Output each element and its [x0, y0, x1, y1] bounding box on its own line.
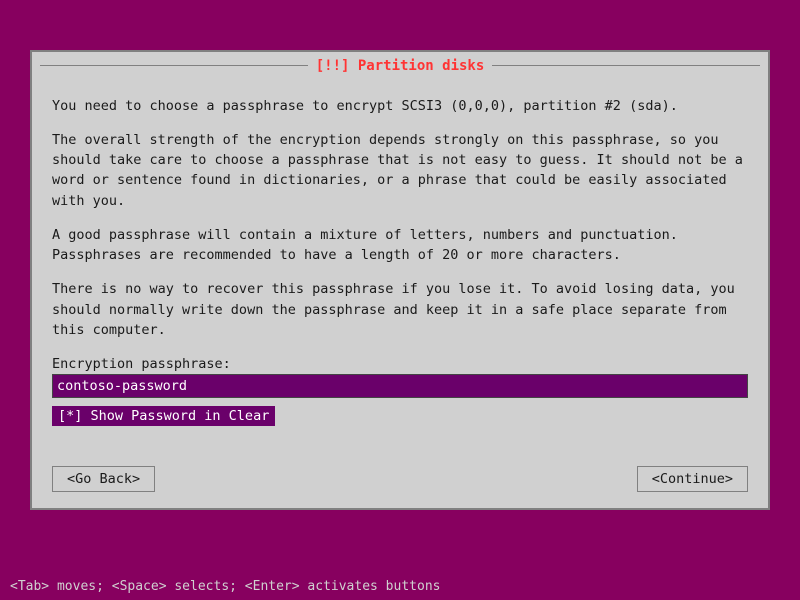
paragraph-3: A good passphrase will contain a mixture…: [52, 225, 748, 266]
dialog-title-bar: [!!] Partition disks: [32, 52, 768, 80]
partition-disks-dialog: [!!] Partition disks You need to choose …: [30, 50, 770, 511]
passphrase-input-row: [52, 374, 748, 398]
continue-button[interactable]: <Continue>: [637, 466, 748, 492]
status-bar-text: <Tab> moves; <Space> selects; <Enter> ac…: [10, 579, 440, 594]
paragraph-4: There is no way to recover this passphra…: [52, 279, 748, 340]
paragraph-1: You need to choose a passphrase to encry…: [52, 96, 748, 116]
passphrase-input[interactable]: [52, 374, 748, 398]
status-bar: <Tab> moves; <Space> selects; <Enter> ac…: [0, 573, 800, 600]
dialog-content: You need to choose a passphrase to encry…: [32, 80, 768, 459]
dialog-buttons: <Go Back> <Continue>: [32, 458, 768, 508]
go-back-button[interactable]: <Go Back>: [52, 466, 155, 492]
show-password-checkbox-row: [*] Show Password in Clear: [52, 406, 748, 426]
passphrase-label: Encryption passphrase:: [52, 354, 748, 374]
show-password-button[interactable]: [*] Show Password in Clear: [52, 406, 275, 426]
paragraph-2: The overall strength of the encryption d…: [52, 130, 748, 211]
dialog-title: [!!] Partition disks: [316, 58, 485, 74]
